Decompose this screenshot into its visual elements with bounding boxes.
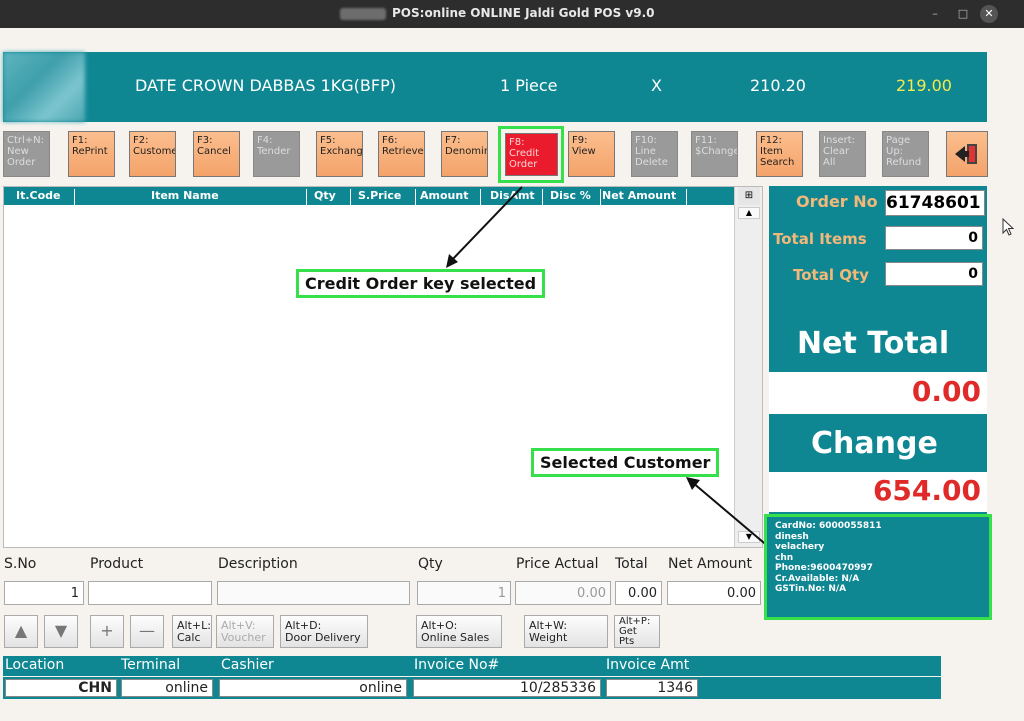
total-items-label: Total Items [773,230,867,248]
sno-input[interactable]: 1 [4,581,84,605]
change-value: 654.00 [769,472,987,512]
cashier-value: online [219,679,407,697]
description-input[interactable] [217,581,410,605]
terminal-label: Terminal [121,657,181,673]
total-items-value: 0 [885,226,983,250]
product-input[interactable] [88,581,212,605]
online-sales-button[interactable]: Alt+O: Online Sales [416,615,502,648]
customer-card-no: CardNo: 6000055811 [775,521,882,531]
calc-button[interactable]: Alt+L: Calc [172,615,212,648]
order-summary-panel: Order No 61748601 Total Items 0 Total Qt… [769,186,987,516]
customer-gstin: GSTin.No: N/A [775,584,847,594]
customer-name: dinesh [775,531,809,542]
selected-customer-panel: CardNo: 6000055811 dinesh velachery chn … [764,514,992,620]
arrow-up-icon: ▲ [14,621,28,640]
order-no-value: 61748601 [885,190,985,216]
terminal-value: online [121,679,213,697]
total-input[interactable]: 0.00 [615,581,662,605]
location-label: Location [5,657,65,673]
move-up-button[interactable]: ▲ [4,615,38,648]
price-actual-label: Price Actual [516,556,599,572]
door-delivery-button[interactable]: Alt+D: Door Delivery [280,615,368,648]
plus-icon: + [100,621,114,640]
arrow-down-icon: ▼ [54,621,68,640]
customer-phone: Phone:9600470997 [775,563,873,573]
net-amount-input[interactable]: 0.00 [667,581,761,605]
total-qty-label: Total Qty [793,266,869,284]
invoice-amt-value: 1346 [606,679,698,697]
decrease-qty-button[interactable]: — [130,615,164,648]
increase-qty-button[interactable]: + [90,615,124,648]
invoice-no-value: 10/285336 [413,679,601,697]
credit-order-annotation: Credit Order key selected [296,269,546,298]
invoice-no-label: Invoice No# [414,657,500,673]
mouse-cursor-icon [1002,218,1015,236]
location-value: CHN [5,679,117,697]
weight-button[interactable]: Alt+W: Weight [524,615,608,648]
invoice-amt-label: Invoice Amt [606,657,690,673]
total-label: Total [615,556,648,572]
minus-icon: — [139,621,155,640]
sno-label: S.No [4,556,37,572]
footer-values: CHN online online 10/285336 1346 [3,677,941,699]
move-down-button[interactable]: ▼ [44,615,78,648]
net-total-value: 0.00 [769,372,987,414]
customer-credit: Cr.Available: N/A [775,573,860,584]
footer-labels: Location Terminal Cashier Invoice No# In… [3,656,941,676]
net-amount-label: Net Amount [668,556,753,572]
voucher-button[interactable]: Alt+V: Voucher [216,615,274,648]
net-total-label: Net Total [797,326,950,361]
selected-customer-annotation: Selected Customer [531,448,720,477]
get-points-button[interactable]: Alt+P: Get Pts [614,615,660,648]
customer-city: chn [775,552,794,563]
order-no-label: Order No [796,192,878,211]
price-actual-input[interactable]: 0.00 [515,581,611,605]
change-label: Change [811,426,938,461]
customer-area: velachery [775,542,825,552]
qty-label: Qty [418,556,443,572]
qty-input[interactable]: 1 [417,581,511,605]
cashier-label: Cashier [221,657,274,673]
total-qty-value: 0 [885,262,983,286]
description-label: Description [218,556,298,572]
product-label: Product [90,556,144,572]
